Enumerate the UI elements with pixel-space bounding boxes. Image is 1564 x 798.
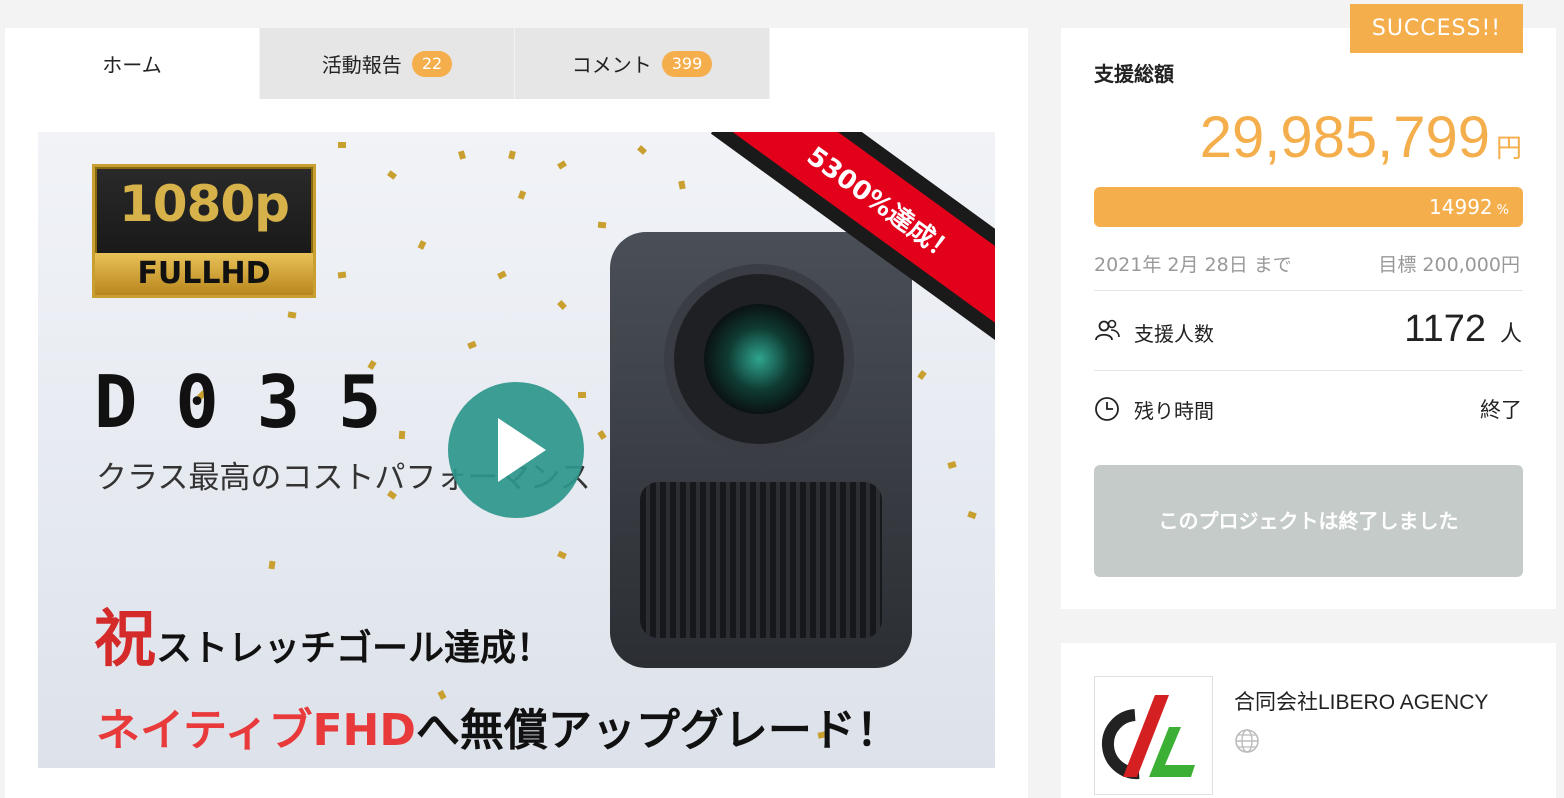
progress-fill: 14992% (1094, 187, 1523, 227)
funding-total-label: 支援総額 (1094, 62, 1174, 86)
funding-progress-bar: 14992% (1094, 187, 1523, 227)
fullhd-badge: 1080p FULLHD (92, 164, 316, 298)
confetti-piece (508, 150, 516, 160)
confetti-piece (287, 311, 297, 319)
badge-resolution: 1080p (119, 175, 290, 233)
upgrade-text: ネイティブFHDへ無償アップグレード！ (96, 694, 900, 758)
clock-icon (1095, 397, 1119, 421)
projector-image (610, 232, 912, 668)
backers-label: 支援人数 (1134, 322, 1214, 346)
confetti-piece (597, 430, 607, 440)
tab-activity-label: 活動報告 (321, 53, 402, 77)
confetti-piece (637, 145, 647, 155)
confetti-piece (497, 270, 507, 280)
project-tabs: ホーム 活動報告 22 コメント 399 (5, 28, 770, 99)
play-video-button[interactable] (448, 382, 584, 518)
progress-percent-unit: % (1496, 203, 1509, 218)
tab-home-label: ホーム (102, 53, 162, 77)
confetti-piece (417, 240, 427, 250)
projector-lens (674, 274, 844, 444)
confetti-piece (947, 460, 957, 470)
confetti-piece (458, 150, 466, 160)
celebrate-kanji: 祝 (94, 602, 157, 675)
divider (1094, 290, 1523, 291)
confetti-piece (967, 510, 977, 520)
confetti-piece (467, 340, 477, 350)
funding-amount-value: 29,985,799 (1199, 105, 1490, 170)
stretch-goal-text: 祝ストレッチゴール達成！ (94, 588, 552, 678)
confetti-piece (798, 190, 806, 200)
funding-amount: 29,985,799 円 (1200, 104, 1522, 171)
confetti-piece (517, 190, 527, 200)
time-remaining-label: 残り時間 (1134, 399, 1214, 423)
badge-fullhd: FULLHD (95, 253, 313, 295)
upgrade-highlight: ネイティブFHD (96, 705, 416, 756)
confetti-piece (337, 271, 347, 279)
activity-count-badge: 22 (411, 50, 453, 77)
project-ended-button[interactable]: このプロジェクトは終了しました (1094, 465, 1523, 577)
confetti-piece (338, 142, 346, 148)
confetti-piece (557, 160, 567, 170)
tab-home[interactable]: ホーム (5, 28, 260, 99)
globe-icon[interactable] (1234, 728, 1260, 754)
backers-count: 1172 人 (1404, 308, 1522, 351)
tab-comments[interactable]: コメント 399 (515, 28, 770, 99)
users-icon (1095, 319, 1120, 341)
confetti-piece (557, 300, 567, 310)
time-remaining-value: 終了 (1480, 398, 1522, 422)
success-badge: SUCCESS!! (1350, 4, 1523, 53)
confetti-piece (678, 180, 686, 190)
tab-activity-reports[interactable]: 活動報告 22 (260, 28, 515, 99)
confetti-piece (557, 550, 567, 560)
funding-amount-unit: 円 (1495, 133, 1522, 163)
comments-count-badge: 399 (661, 50, 713, 77)
confetti-piece (268, 560, 276, 570)
deadline-text: 2021年 2月 28日 まで (1094, 254, 1292, 276)
backers-count-unit: 人 (1499, 321, 1522, 346)
confetti-piece (917, 370, 927, 380)
backers-count-value: 1172 (1404, 308, 1486, 350)
project-hero-video[interactable]: 1080p FULLHD D035 クラス最高のコストパフォーマンス 祝ストレッ… (38, 132, 995, 768)
progress-percent: 14992 (1429, 195, 1493, 219)
confetti-piece (577, 391, 587, 399)
goal-text: 目標 200,000円 (1378, 254, 1520, 276)
libero-logo-icon (1101, 695, 1195, 780)
celebrate-rest: ストレッチゴール達成！ (156, 628, 553, 669)
confetti-piece (597, 221, 607, 229)
owner-logo[interactable] (1094, 676, 1213, 795)
divider (1094, 370, 1523, 371)
confetti-piece (387, 170, 397, 180)
tab-comments-label: コメント (571, 53, 652, 77)
product-model: D035 (94, 360, 420, 444)
upgrade-rest: へ無償アップグレード！ (415, 705, 900, 756)
projector-grill (640, 482, 882, 638)
owner-name[interactable]: 合同会社LIBERO AGENCY (1234, 686, 1488, 716)
